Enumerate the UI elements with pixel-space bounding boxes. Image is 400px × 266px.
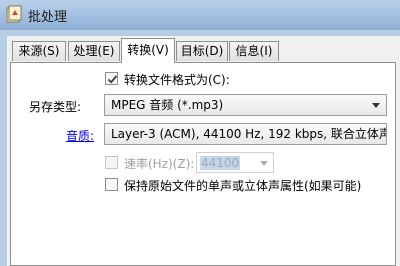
quality-dropdown[interactable]: Layer-3 (ACM), 44100 Hz, 192 kbps, 联合立体声 bbox=[104, 123, 387, 145]
app-icon bbox=[6, 5, 22, 23]
dialog-body: 来源(S) 处理(E) 转换(V) 目标(D) 信息(I) 转换文件格式为(C)… bbox=[7, 36, 400, 266]
convert-format-label: 转换文件格式为(C): bbox=[124, 73, 230, 87]
checkmark-icon bbox=[107, 75, 118, 84]
tab-convert[interactable]: 转换(V) bbox=[121, 38, 175, 63]
chevron-down-icon bbox=[372, 103, 380, 108]
rate-input[interactable]: 44100 bbox=[196, 152, 274, 173]
rate-value: 44100 bbox=[200, 156, 241, 170]
tab-process[interactable]: 处理(E) bbox=[68, 41, 120, 61]
quality-value: Layer-3 (ACM), 44100 Hz, 192 kbps, 联合立体声 bbox=[111, 127, 387, 141]
quality-link[interactable]: 音质: bbox=[66, 127, 94, 144]
save-type-label: 另存类型: bbox=[29, 100, 82, 114]
rate-label: 速率(Hz)(Z): bbox=[124, 157, 195, 171]
convert-tab-panel: 转换文件格式为(C): 另存类型: MPEG 音频 (*.mp3) 音质: La… bbox=[10, 62, 396, 266]
chevron-down-icon bbox=[260, 161, 268, 166]
tab-target[interactable]: 目标(D) bbox=[176, 41, 228, 61]
keep-channels-label: 保持原始文件的单声或立体声属性(如果可能) bbox=[124, 179, 362, 193]
tab-info[interactable]: 信息(I) bbox=[229, 41, 279, 61]
window-frame: 来源(S) 处理(E) 转换(V) 目标(D) 信息(I) 转换文件格式为(C)… bbox=[0, 30, 400, 266]
keep-channels-checkbox[interactable] bbox=[105, 178, 118, 191]
save-type-dropdown[interactable]: MPEG 音频 (*.mp3) bbox=[104, 94, 387, 116]
title-bar: 批处理 bbox=[0, 0, 400, 30]
convert-format-checkbox[interactable] bbox=[105, 72, 118, 85]
tab-source[interactable]: 来源(S) bbox=[12, 41, 66, 61]
window-title: 批处理 bbox=[28, 10, 68, 25]
save-type-value: MPEG 音频 (*.mp3) bbox=[111, 98, 224, 112]
rate-checkbox[interactable] bbox=[105, 156, 118, 169]
